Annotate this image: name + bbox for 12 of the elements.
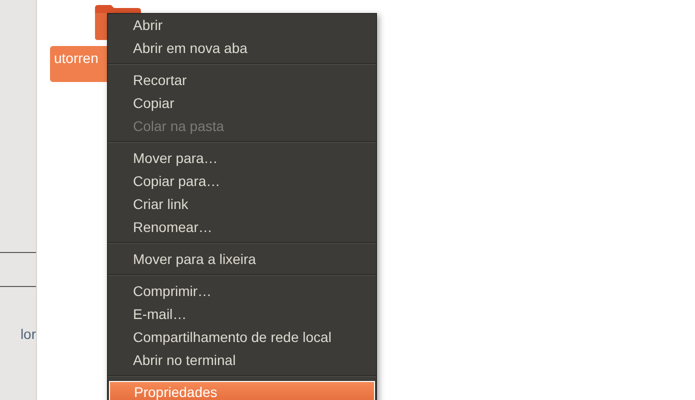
- menu-item[interactable]: Compartilhamento de rede local: [108, 326, 376, 349]
- menu-item[interactable]: Comprimir…: [108, 280, 376, 303]
- menu-item[interactable]: E-mail…: [108, 303, 376, 326]
- menu-item[interactable]: Renomear…: [108, 216, 376, 239]
- menu-item[interactable]: Copiar: [108, 92, 376, 115]
- menu-item[interactable]: Abrir: [108, 14, 376, 37]
- menu-item[interactable]: Abrir no terminal: [108, 349, 376, 372]
- sidebar-item[interactable]: lor: [20, 325, 36, 343]
- menu-item[interactable]: Copiar para…: [108, 170, 376, 193]
- menu-item[interactable]: Mover para…: [108, 147, 376, 170]
- menu-item[interactable]: Criar link: [108, 193, 376, 216]
- menu-item[interactable]: Mover para a lixeira: [108, 248, 376, 271]
